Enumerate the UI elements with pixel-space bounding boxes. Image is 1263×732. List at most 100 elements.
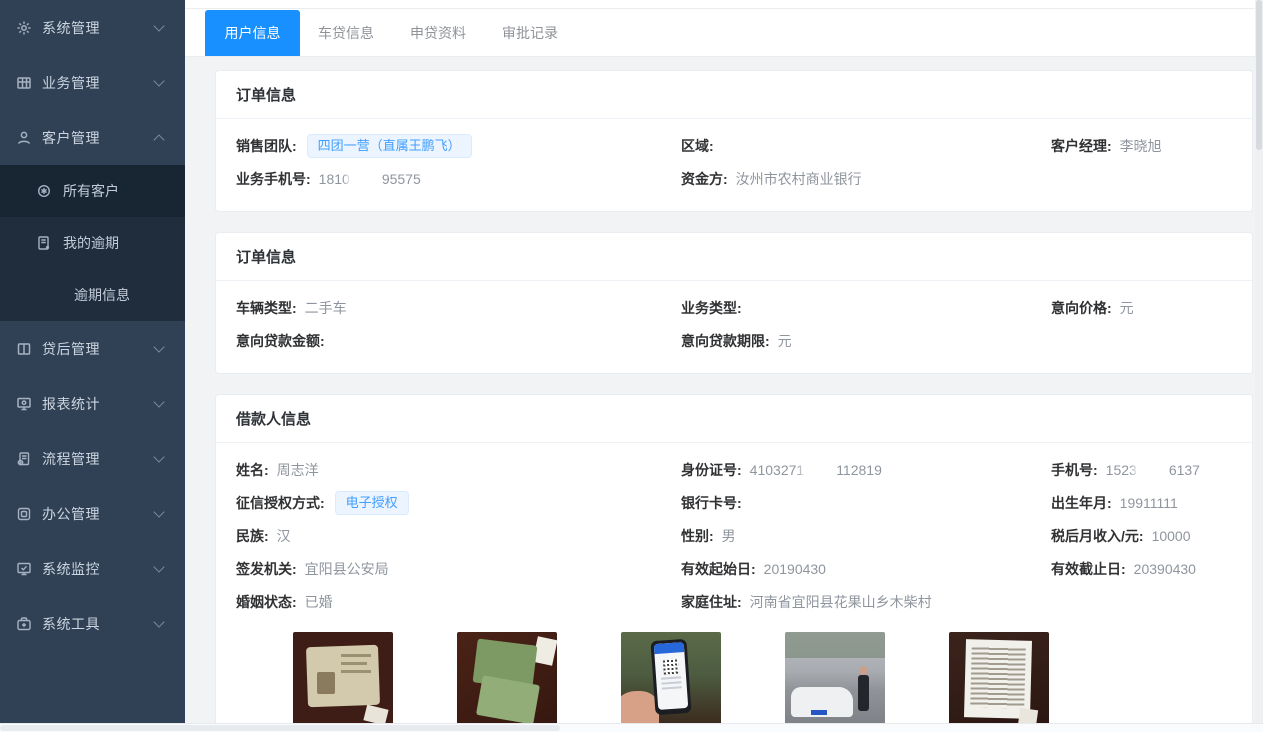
name-value: 周志洋 xyxy=(277,460,319,480)
sidebar-item-label: 报表统计 xyxy=(42,394,100,414)
notebook-icon xyxy=(36,235,52,251)
marital-status-value: 已婚 xyxy=(305,592,333,612)
sidebar-item-system-management[interactable]: 系统管理 xyxy=(0,0,185,55)
business-type-label: 业务类型: xyxy=(681,298,742,318)
horizontal-scrollbar-thumb[interactable] xyxy=(0,725,560,731)
sidebar-item-report-statistics[interactable]: 报表统计 xyxy=(0,376,185,431)
sidebar-item-label: 逾期信息 xyxy=(74,285,130,305)
photo-thumbnail-green-booklet[interactable] xyxy=(457,632,557,724)
vehicle-type-value: 二手车 xyxy=(305,298,347,318)
sidebar-item-process-management[interactable]: 流程管理 xyxy=(0,431,185,486)
funder-value: 汝州市农村商业银行 xyxy=(736,169,862,189)
redaction-blur xyxy=(1138,463,1168,476)
birth-label: 出生年月: xyxy=(1051,493,1112,513)
order-info-card-1: 订单信息 销售团队: 四团一营（直属王鹏飞） 区域: 客户经理: 李晓旭 业务手 xyxy=(215,70,1253,212)
sidebar-item-label: 系统管理 xyxy=(42,18,100,38)
credit-auth-tag: 电子授权 xyxy=(335,491,409,515)
valid-to-label: 有效截止日: xyxy=(1051,559,1126,579)
header-divider xyxy=(185,8,1255,9)
name-label: 姓名: xyxy=(236,460,269,480)
chevron-down-icon xyxy=(153,451,164,462)
sidebar-item-label: 贷后管理 xyxy=(42,339,100,359)
sidebar-item-label: 系统工具 xyxy=(42,614,100,634)
id-number-label: 身份证号: xyxy=(681,460,742,480)
chevron-down-icon xyxy=(153,75,164,86)
sidebar-item-label: 办公管理 xyxy=(42,504,100,524)
sidebar-item-overdue-info[interactable]: 逾期信息 xyxy=(0,269,185,321)
intent-loan-term-value: 元 xyxy=(778,331,792,351)
mobile-value: 15236137 xyxy=(1106,462,1200,478)
redaction-blur xyxy=(351,172,381,185)
vehicle-type-label: 车辆类型: xyxy=(236,298,297,318)
valid-from-value: 20190430 xyxy=(764,561,826,577)
card-title: 借款人信息 xyxy=(216,395,1252,443)
bank-card-label: 银行卡号: xyxy=(681,493,742,513)
account-manager-label: 客户经理: xyxy=(1051,136,1112,156)
marital-status-label: 婚姻状态: xyxy=(236,592,297,612)
home-address-label: 家庭住址: xyxy=(681,592,742,612)
user-icon xyxy=(16,130,32,146)
vertical-scrollbar-thumb[interactable] xyxy=(1256,0,1262,150)
workflow-doc-icon xyxy=(16,451,32,467)
sidebar-item-label: 业务管理 xyxy=(42,73,100,93)
sidebar-item-postloan-management[interactable]: 贷后管理 xyxy=(0,321,185,376)
sidebar-item-office-management[interactable]: 办公管理 xyxy=(0,486,185,541)
document-photos: 身份证 登记证书 授权二维码 xyxy=(293,632,1232,724)
chevron-down-icon xyxy=(153,561,164,572)
intent-price-value: 元 xyxy=(1120,298,1134,318)
office-icon xyxy=(16,506,32,522)
sidebar: 系统管理 业务管理 客户管理 所有客户 我的逾期 逾期信息 xyxy=(0,0,185,724)
main-content: 用户信息 车贷信息 申贷资料 审批记录 订单信息 销售团队: 四团一营（直属王鹏… xyxy=(185,0,1255,724)
issuing-authority-value: 宜阳县公安局 xyxy=(305,559,389,579)
sidebar-item-system-monitor[interactable]: 系统监控 xyxy=(0,541,185,596)
region-label: 区域: xyxy=(681,136,714,156)
photo-thumbnail-qr-phone[interactable] xyxy=(621,632,721,724)
id-number-value: 4103271112819 xyxy=(750,462,882,478)
ethnicity-value: 汉 xyxy=(277,526,291,546)
funder-label: 资金方: xyxy=(681,169,728,189)
tab-user-info[interactable]: 用户信息 xyxy=(205,10,300,56)
customer-management-submenu: 所有客户 我的逾期 逾期信息 xyxy=(0,165,185,321)
chevron-down-icon xyxy=(153,506,164,517)
horizontal-scrollbar xyxy=(0,723,1263,732)
tab-approval-records[interactable]: 审批记录 xyxy=(484,10,576,56)
sidebar-item-my-overdue[interactable]: 我的逾期 xyxy=(0,217,185,269)
book-icon xyxy=(16,341,32,357)
sidebar-item-all-customers[interactable]: 所有客户 xyxy=(0,165,185,217)
borrower-info-card: 借款人信息 姓名: 周志洋 身份证号: 4103271112819 手机号: 1… xyxy=(215,394,1253,724)
account-manager-value: 李晓旭 xyxy=(1120,136,1162,156)
business-phone-value: 181095575 xyxy=(319,171,421,187)
photo-thumbnail-paper-document[interactable] xyxy=(949,632,1049,724)
intent-loan-amount-label: 意向贷款金额: xyxy=(236,331,325,351)
vertical-scrollbar xyxy=(1255,0,1263,724)
birth-value: 19911111 xyxy=(1120,495,1178,511)
valid-to-value: 20390430 xyxy=(1134,561,1196,577)
ethnicity-label: 民族: xyxy=(236,526,269,546)
sidebar-item-customer-management[interactable]: 客户管理 xyxy=(0,110,185,165)
monitor-check-icon xyxy=(16,561,32,577)
sidebar-item-label: 流程管理 xyxy=(42,449,100,469)
gender-label: 性别: xyxy=(681,526,714,546)
income-label: 税后月收入/元: xyxy=(1051,526,1144,546)
photo-thumbnail-person-car[interactable] xyxy=(785,632,885,724)
tab-loan-application-docs[interactable]: 申贷资料 xyxy=(392,10,484,56)
tab-bar: 用户信息 车贷信息 申贷资料 审批记录 xyxy=(185,0,1255,57)
gear-icon xyxy=(16,20,32,36)
photo-thumbnail-id-card[interactable] xyxy=(293,632,393,724)
order-info-card-2: 订单信息 车辆类型: 二手车 业务类型: 意向价格: 元 意向贷款金额: xyxy=(215,232,1253,374)
gender-value: 男 xyxy=(722,526,736,546)
sales-team-label: 销售团队: xyxy=(236,136,297,156)
toolbox-icon xyxy=(16,616,32,632)
mobile-label: 手机号: xyxy=(1051,460,1098,480)
sidebar-item-system-tools[interactable]: 系统工具 xyxy=(0,596,185,651)
sidebar-item-business-management[interactable]: 业务管理 xyxy=(0,55,185,110)
grid-icon xyxy=(16,75,32,91)
tab-car-loan-info[interactable]: 车贷信息 xyxy=(300,10,392,56)
sales-team-tag: 四团一营（直属王鹏飞） xyxy=(307,134,472,158)
chevron-down-icon xyxy=(153,341,164,352)
intent-loan-term-label: 意向贷款期限: xyxy=(681,331,770,351)
sidebar-item-label: 客户管理 xyxy=(42,128,100,148)
home-address-value: 河南省宜阳县花果山乡木柴村 xyxy=(750,592,932,612)
customers-icon xyxy=(36,183,52,199)
card-title: 订单信息 xyxy=(216,233,1252,281)
